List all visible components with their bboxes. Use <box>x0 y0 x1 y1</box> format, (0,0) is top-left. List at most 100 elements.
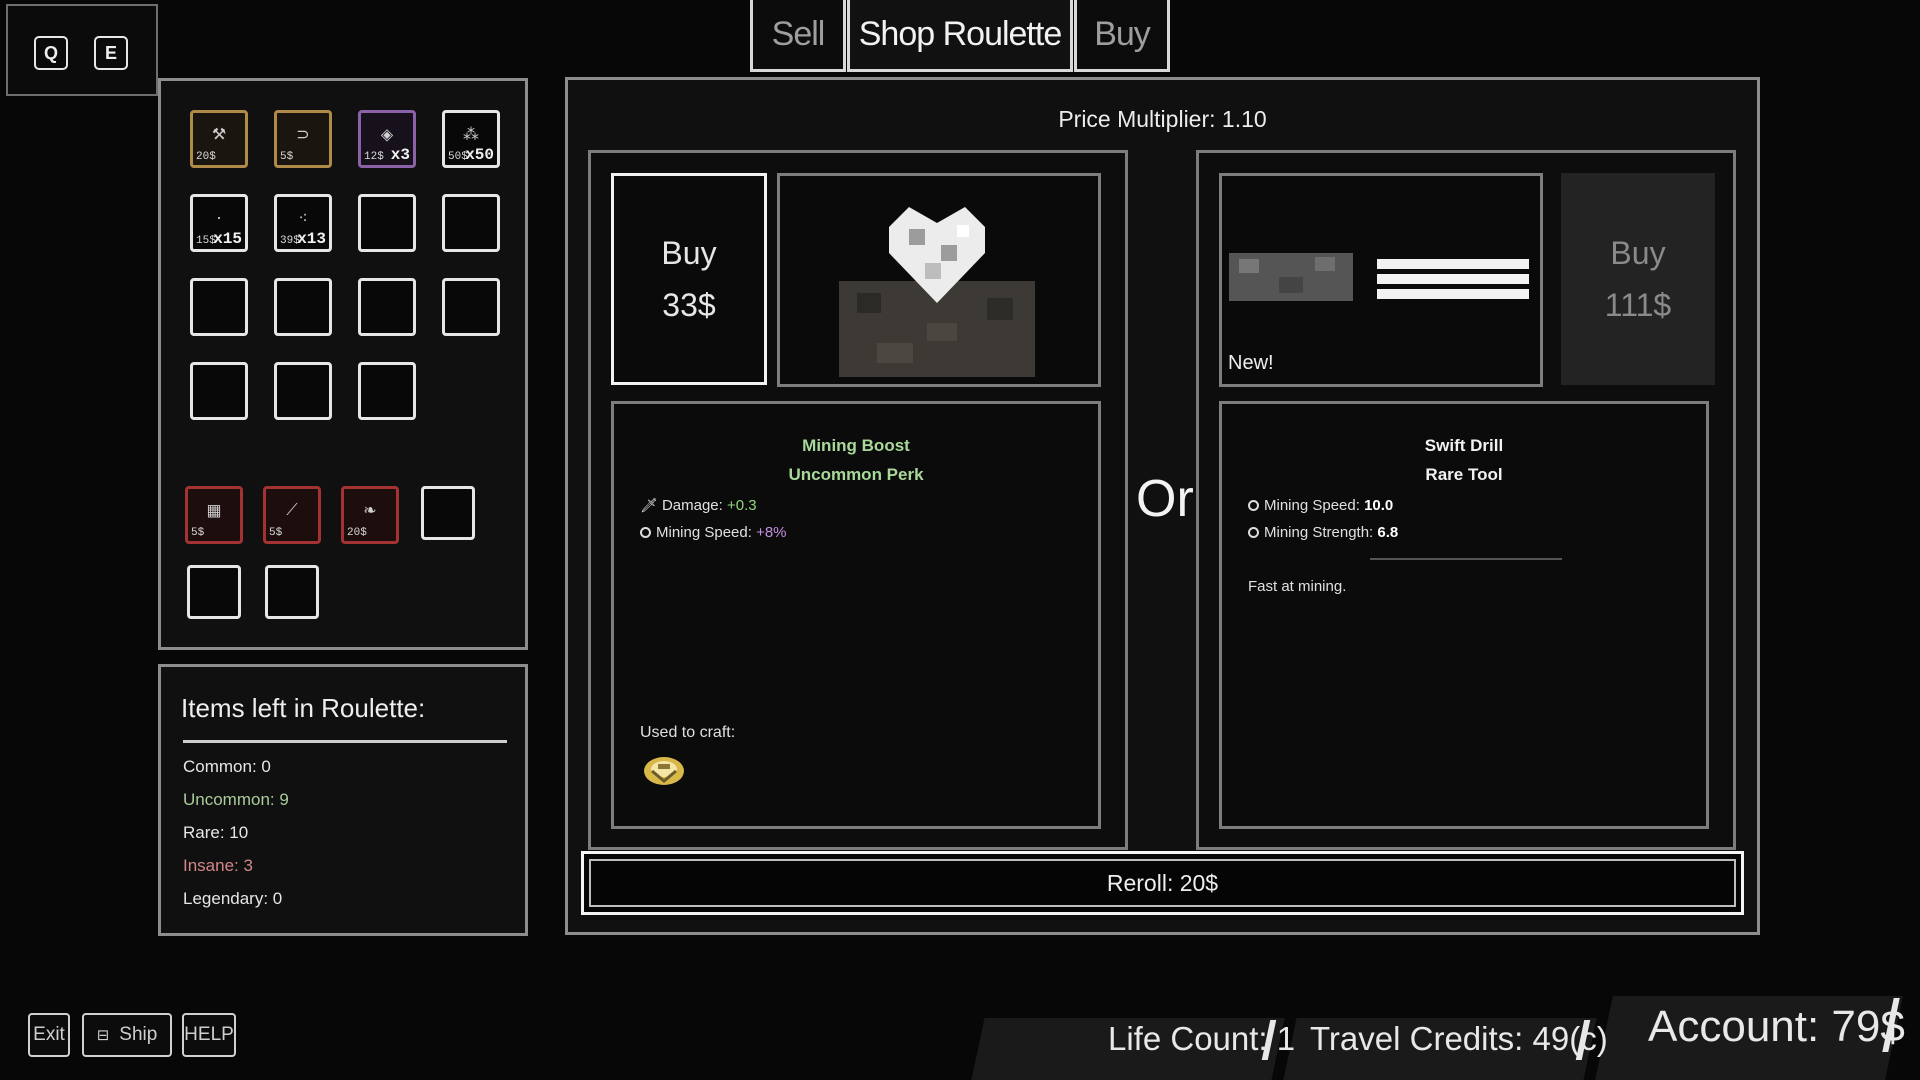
slot-price: 5$ <box>191 527 205 539</box>
gem-icon: ◈ <box>380 124 394 144</box>
inventory-slot[interactable]: ◈ 12$ x3 <box>358 110 416 168</box>
inventory-slot-empty[interactable] <box>190 362 248 420</box>
item-rarity: Rare Tool <box>1425 465 1503 484</box>
ship-button[interactable]: ⊟ Ship <box>82 1013 172 1057</box>
perk-slot-empty[interactable] <box>265 565 319 619</box>
buy-price: 33$ <box>662 287 716 323</box>
roulette-legendary: Legendary: 0 <box>183 889 283 908</box>
leaf-icon: ❧ <box>363 500 377 520</box>
stat-label: Mining Speed: <box>656 524 752 541</box>
inventory-slot[interactable]: · 15$ x15 <box>190 194 248 252</box>
sword-icon: 🗡 <box>640 498 658 514</box>
key-q[interactable]: Q <box>34 36 68 70</box>
tab-buy[interactable]: Buy <box>1074 0 1170 72</box>
stat-mining-speed: Mining Speed: +8% <box>640 524 787 541</box>
slot-price: 20$ <box>347 527 367 539</box>
item-name: Swift Drill <box>1424 436 1504 455</box>
roulette-uncommon: Uncommon: 9 <box>183 790 289 809</box>
inventory-slot[interactable]: ⁖ 39$ x13 <box>274 194 332 252</box>
grid-icon: ▦ <box>206 500 222 520</box>
hotkey-panel: Q E <box>6 4 158 96</box>
reroll-button[interactable]: Reroll: 20$ <box>581 851 1744 915</box>
inventory-slot-empty[interactable] <box>274 362 332 420</box>
stat-mining-strength: Mining Strength: 6.8 <box>1248 524 1398 541</box>
item-image-box: New! <box>1219 173 1543 387</box>
inventory-slot[interactable]: ⁂ 50$ x50 <box>442 110 500 168</box>
buy-label: Buy <box>661 235 717 271</box>
divider <box>1370 558 1562 560</box>
inventory-slot-empty[interactable] <box>442 278 500 336</box>
divider <box>183 740 507 743</box>
new-badge: New! <box>1228 352 1274 374</box>
account-balance: Account: 79$ <box>1648 1002 1905 1051</box>
stat-damage: 🗡 Damage: +0.3 <box>640 497 757 514</box>
slot-quantity: x50 <box>465 146 494 164</box>
inventory-slot-empty[interactable] <box>358 362 416 420</box>
roulette-items-panel: Items left in Roulette: Common: 0 Uncomm… <box>158 664 528 936</box>
stat-value: 6.8 <box>1377 524 1399 541</box>
perk-slot-empty[interactable] <box>187 565 241 619</box>
roulette-rare: Rare: 10 <box>183 823 249 842</box>
stat-value: 10.0 <box>1364 497 1394 514</box>
shop-roulette-panel: Price Multiplier: 1.10 Buy 33$ Mining Bo… <box>565 77 1760 935</box>
stat-label: Damage: <box>661 497 723 514</box>
circle-icon <box>1248 527 1259 538</box>
offer-card-right: New! Buy 111$ Swift Drill Rare Tool Mini… <box>1196 150 1736 850</box>
crafted-item-icon[interactable] <box>640 749 688 789</box>
circle-icon <box>640 527 651 538</box>
ship-label: Ship <box>119 1024 158 1045</box>
exit-button[interactable]: Exit <box>28 1013 70 1057</box>
buy-button-right[interactable]: Buy 111$ <box>1561 173 1715 385</box>
magnet-icon: ⊃ <box>296 124 310 144</box>
circle-icon <box>1248 500 1259 511</box>
buy-price: 111$ <box>1604 287 1672 323</box>
nugget-icon: ⁖ <box>298 208 308 228</box>
tab-shop-roulette[interactable]: Shop Roulette <box>847 0 1073 72</box>
inventory-panel: ⚒ 20$ ⊃ 5$ ◈ 12$ x3 ⁂ 50$ x50 · 15$ x15 … <box>158 78 528 650</box>
slot-price: 20$ <box>196 151 216 163</box>
stat-value: +0.3 <box>727 497 757 514</box>
buy-label: Buy <box>1610 235 1666 271</box>
stat-value: +8% <box>756 524 787 541</box>
pickaxe-icon: ⚒ <box>211 124 227 144</box>
slot-quantity: x13 <box>297 230 326 248</box>
slot-quantity: x3 <box>390 146 410 164</box>
perk-slot[interactable]: ▦ 5$ <box>185 486 243 544</box>
buy-button-left[interactable]: Buy 33$ <box>611 173 767 385</box>
or-label: Or <box>1136 470 1194 528</box>
stat-label: Mining Strength: <box>1264 524 1374 541</box>
offer-card-left: Buy 33$ Mining Boost Uncommon Perk 🗡 Dam… <box>588 150 1128 850</box>
perk-slot-empty[interactable] <box>421 486 475 540</box>
inventory-slot[interactable]: ⊃ 5$ <box>274 110 332 168</box>
item-image-box <box>777 173 1101 387</box>
reroll-label: Reroll: 20$ <box>1106 869 1219 896</box>
rock-icon: · <box>216 208 222 228</box>
item-description: Fast at mining. <box>1248 578 1347 595</box>
boot-icon: ⟋ <box>286 499 298 519</box>
roulette-common: Common: 0 <box>183 757 271 776</box>
perk-slot[interactable]: ❧ 20$ <box>341 486 399 544</box>
travel-credits: Travel Credits: 49(c) <box>1310 1020 1608 1057</box>
perk-slot[interactable]: ⟋ 5$ <box>263 486 321 544</box>
inventory-slot-empty[interactable] <box>274 278 332 336</box>
slot-price: 5$ <box>269 527 283 539</box>
inventory-slot[interactable]: ⚒ 20$ <box>190 110 248 168</box>
item-description-box: Swift Drill Rare Tool Mining Speed: 10.0… <box>1219 401 1709 829</box>
item-description-box: Mining Boost Uncommon Perk 🗡 Damage: +0.… <box>611 401 1101 829</box>
slot-quantity: x15 <box>213 230 242 248</box>
roulette-insane: Insane: 3 <box>183 856 253 875</box>
price-multiplier: Price Multiplier: 1.10 <box>1058 106 1267 132</box>
help-button[interactable]: HELP <box>182 1013 236 1057</box>
slot-price: 5$ <box>280 151 294 163</box>
inventory-slot-empty[interactable] <box>358 278 416 336</box>
slot-price: 12$ <box>364 151 384 163</box>
inventory-slot-empty[interactable] <box>442 194 500 252</box>
stat-mining-speed: Mining Speed: 10.0 <box>1248 497 1393 514</box>
item-name: Mining Boost <box>802 436 910 455</box>
tab-sell[interactable]: Sell <box>750 0 846 72</box>
key-e[interactable]: E <box>94 36 128 70</box>
inventory-slot-empty[interactable] <box>190 278 248 336</box>
inventory-slot-empty[interactable] <box>358 194 416 252</box>
stat-label: Mining Speed: <box>1264 497 1360 514</box>
craft-label: Used to craft: <box>640 724 736 741</box>
